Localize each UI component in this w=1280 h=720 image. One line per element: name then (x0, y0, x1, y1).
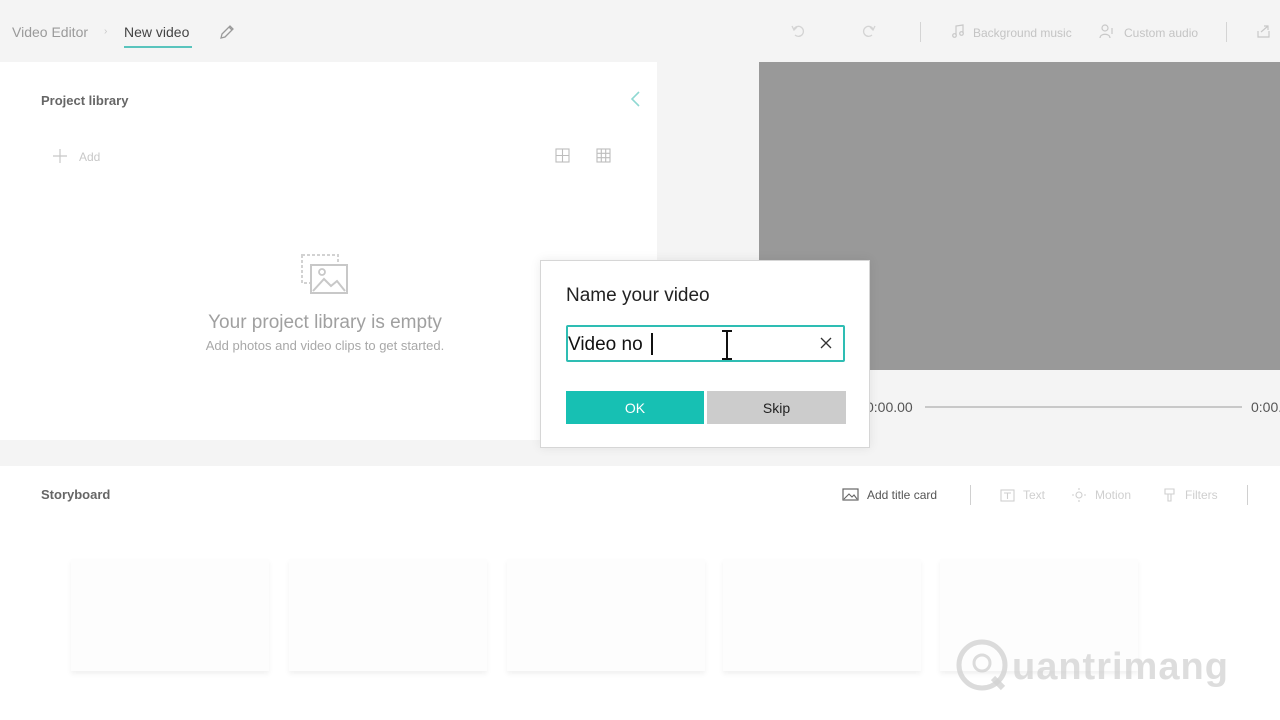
motion-button[interactable]: Motion (1095, 488, 1131, 502)
title-card-icon[interactable] (842, 487, 859, 503)
filters-icon[interactable] (1162, 487, 1179, 503)
filters-button[interactable]: Filters (1185, 488, 1218, 502)
plus-icon[interactable] (52, 148, 68, 164)
breadcrumb-new-video: New video (124, 24, 190, 40)
add-title-card-button[interactable]: Add title card (867, 488, 937, 502)
name-video-dialog: Name your video Video no OK Skip (540, 260, 870, 448)
custom-audio-button[interactable]: Custom audio (1124, 26, 1198, 40)
dialog-title: Name your video (566, 285, 710, 306)
text-icon[interactable] (1000, 487, 1017, 503)
watermark-logo-icon (956, 639, 1008, 691)
storyboard-slot[interactable] (723, 559, 921, 671)
storyboard-toolbar-divider (1247, 485, 1248, 505)
add-button[interactable]: Add (79, 150, 100, 164)
small-grid-view-icon[interactable] (596, 148, 611, 163)
breadcrumb-video-editor[interactable]: Video Editor (12, 24, 88, 40)
storyboard-toolbar-divider (970, 485, 971, 505)
skip-button[interactable]: Skip (707, 391, 846, 424)
redo-icon[interactable] (861, 23, 877, 39)
video-name-value: Video no (568, 334, 643, 355)
seek-bar[interactable] (925, 406, 1242, 408)
video-name-input[interactable]: Video no (566, 325, 845, 362)
toolbar-divider (1226, 22, 1227, 42)
breadcrumb-separator: › (104, 26, 108, 37)
undo-icon[interactable] (790, 23, 806, 39)
current-time: 0:00.00 (866, 399, 913, 415)
toolbar-divider (920, 22, 921, 42)
large-grid-view-icon[interactable] (555, 148, 570, 163)
top-bar: Video Editor › New video Background musi… (0, 0, 1280, 62)
current-tab-underline (124, 46, 192, 48)
ibeam-cursor-icon (722, 330, 732, 360)
storyboard-slot[interactable] (507, 559, 705, 671)
ok-button[interactable]: OK (566, 391, 704, 424)
text-button[interactable]: Text (1023, 488, 1045, 502)
photos-icon (301, 254, 348, 294)
clear-icon[interactable] (820, 337, 832, 349)
custom-audio-icon[interactable] (1099, 23, 1115, 39)
music-note-icon[interactable] (950, 23, 966, 39)
text-caret (651, 333, 653, 355)
share-icon[interactable] (1256, 23, 1272, 39)
pencil-icon[interactable] (218, 23, 236, 41)
total-time: 0:00.00 (1251, 399, 1280, 415)
storyboard-slot[interactable] (289, 559, 487, 671)
chevron-left-icon[interactable] (628, 90, 644, 108)
project-library-title: Project library (41, 93, 129, 108)
motion-icon[interactable] (1071, 487, 1088, 503)
watermark-text: uantrimang (1012, 646, 1229, 688)
storyboard-title: Storyboard (41, 487, 111, 502)
storyboard-slot[interactable] (71, 559, 269, 671)
background-music-button[interactable]: Background music (973, 26, 1072, 40)
